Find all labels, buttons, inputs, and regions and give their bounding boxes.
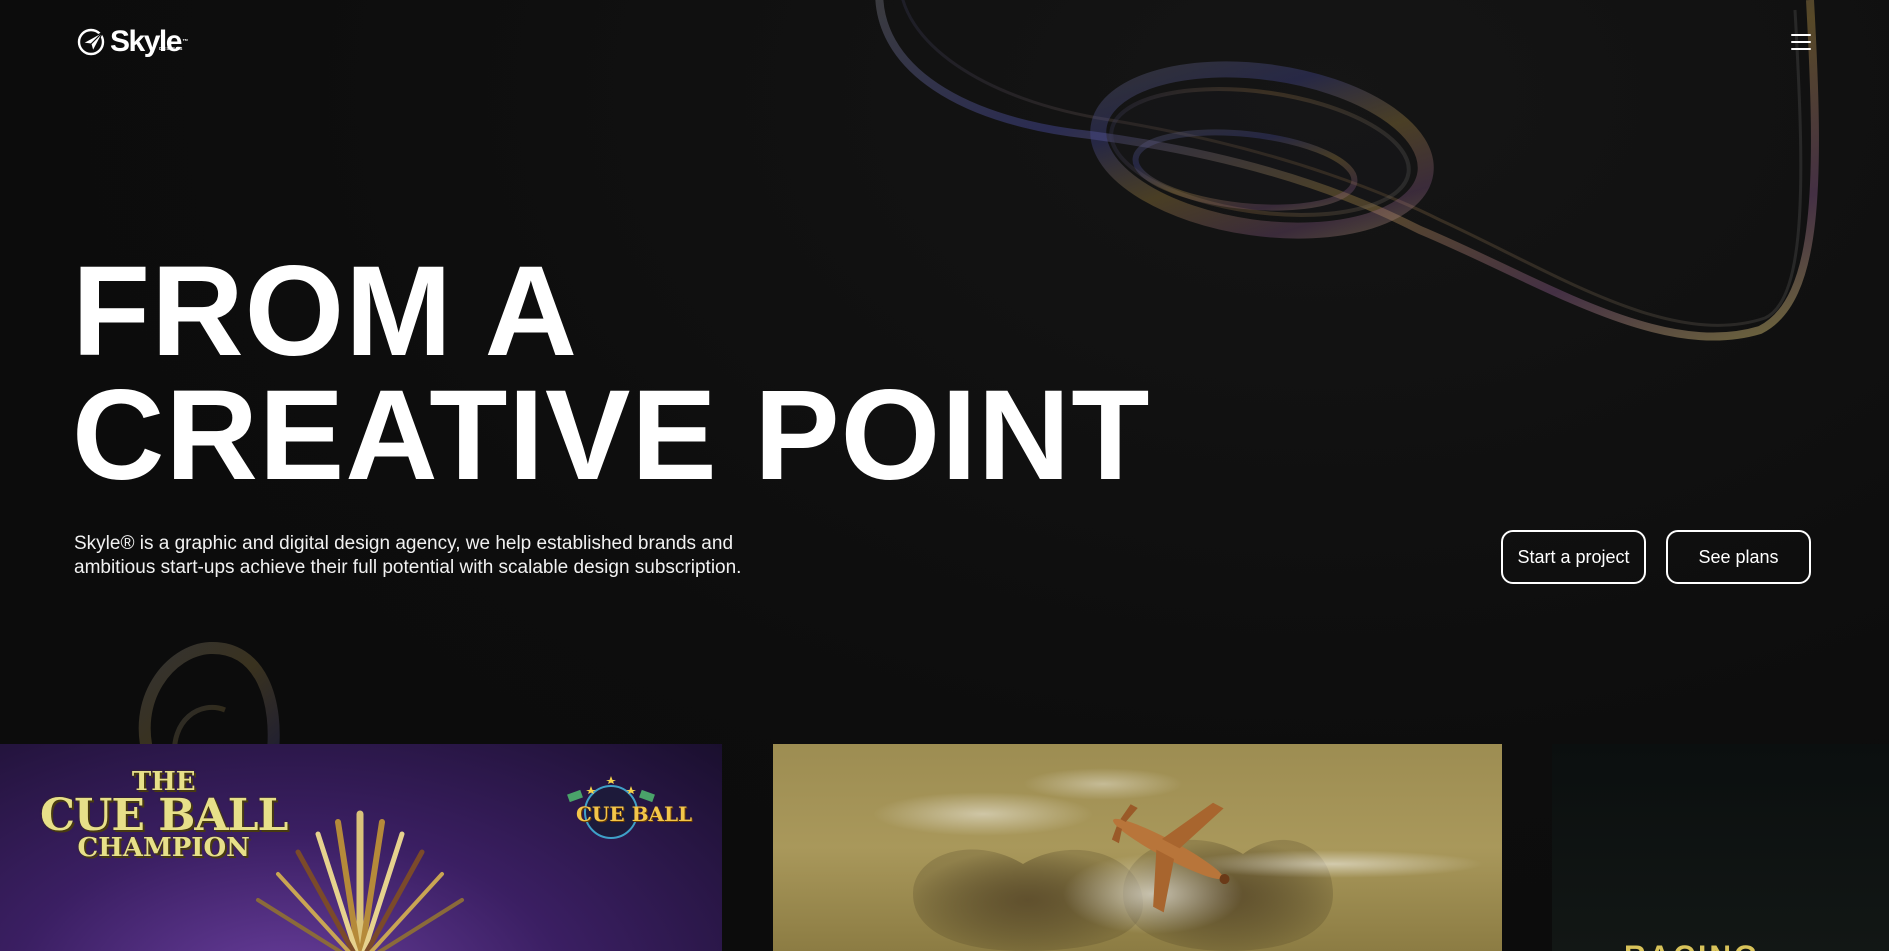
logo-trademark: ™ — [182, 39, 188, 45]
logo-subtitle: DESIGNS — [159, 46, 183, 51]
see-plans-button[interactable]: See plans — [1666, 530, 1811, 584]
hero-title-line-1: FROM A — [72, 240, 579, 383]
hamburger-icon-line-top — [1791, 34, 1811, 36]
hero-title-line-2: CREATIVE POINT — [72, 364, 1151, 507]
start-project-button[interactable]: Start a project — [1501, 530, 1646, 584]
portfolio-card-racing[interactable]: RACING — [1552, 744, 1889, 951]
site-logo[interactable]: Skyle ™ DESIGNS — [76, 22, 188, 62]
hero-title: FROM A CREATIVE POINT — [72, 240, 1151, 507]
menu-button[interactable] — [1788, 32, 1814, 52]
logo-wordmark: Skyle ™ DESIGNS — [110, 27, 188, 57]
cue-ball-champion-title: THE CUE BALL CHAMPION — [40, 769, 288, 861]
cue-ball-title-line-2: CUE BALL — [40, 789, 288, 841]
hero-description: Skyle® is a graphic and digital design a… — [74, 533, 742, 578]
hamburger-icon-line-bottom — [1791, 48, 1811, 50]
portfolio-card-airplane[interactable] — [773, 744, 1502, 951]
glass-bubble-decoration — [138, 641, 280, 760]
cue-ball-badge-text: CUE BALL — [576, 802, 693, 826]
airplane-clouds-illustration — [873, 768, 1483, 951]
page: Skyle ™ DESIGNS FROM A CREATIVE POINT Sk… — [0, 0, 1889, 951]
portfolio-card-cue-ball[interactable]: THE CUE BALL CHAMPION CUE BALL — [0, 744, 722, 951]
paper-plane-icon — [77, 28, 105, 56]
hamburger-icon-line-middle — [1791, 41, 1811, 43]
racing-title: RACING — [1624, 940, 1760, 951]
